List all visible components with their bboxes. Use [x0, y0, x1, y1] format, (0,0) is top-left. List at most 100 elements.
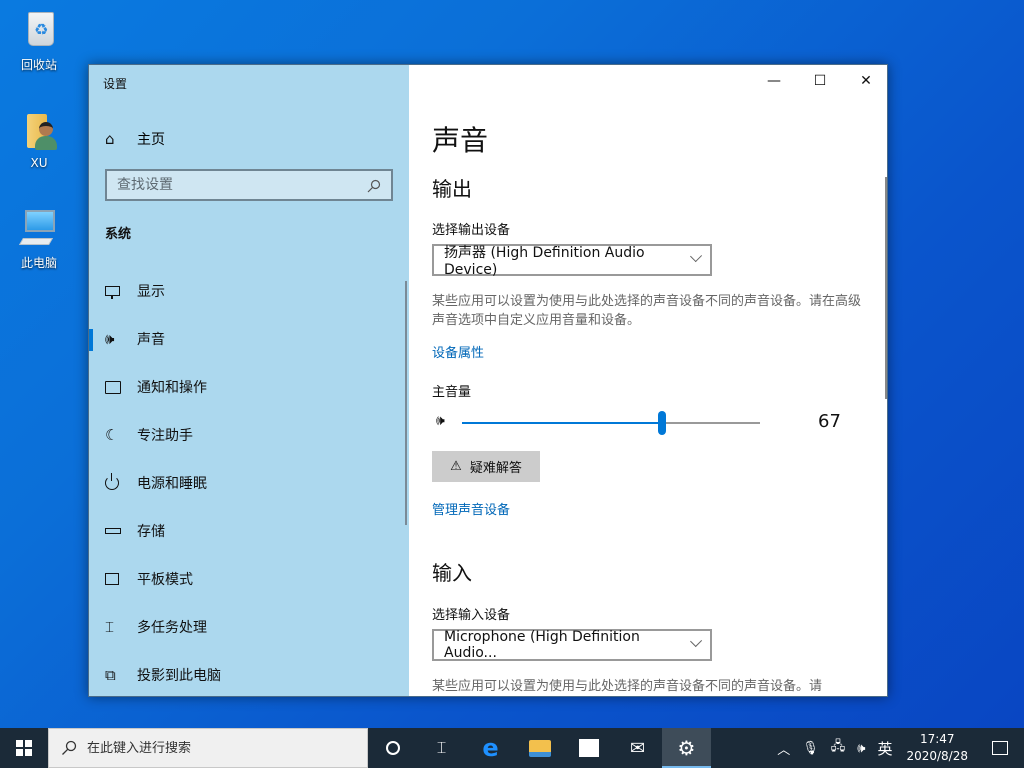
sidebar-item-label: 多任务处理	[137, 620, 207, 636]
warning-icon: ⚠	[450, 459, 462, 474]
minimize-button[interactable]: —	[751, 65, 797, 97]
input-device-value: Microphone (High Definition Audio...	[444, 629, 640, 661]
troubleshoot-label: 疑难解答	[469, 461, 522, 476]
desktop-icon-label: 回收站	[20, 58, 57, 72]
search-icon[interactable]	[367, 178, 381, 193]
home-icon: ⌂	[105, 130, 115, 148]
chevron-down-icon	[689, 634, 702, 647]
desktop-icon-user-folder[interactable]: XU	[6, 108, 72, 170]
sidebar-item-power-sleep[interactable]: 电源和睡眠	[89, 463, 409, 503]
store-icon	[578, 739, 599, 757]
sidebar-item-notifications[interactable]: 通知和操作	[89, 367, 409, 407]
section-label-system: 系统	[105, 227, 132, 242]
manage-sound-devices-link[interactable]: 管理声音设备	[432, 499, 510, 518]
sidebar-scrollbar[interactable]	[405, 281, 407, 525]
task-view-icon: ⌶	[436, 738, 447, 757]
windows-logo-icon	[16, 740, 32, 756]
sidebar-item-label: 电源和睡眠	[137, 476, 207, 492]
sidebar-item-label: 专注助手	[137, 428, 193, 444]
sidebar-item-storage[interactable]: 存储	[89, 511, 409, 551]
content-scrollbar[interactable]	[885, 177, 887, 399]
volume-icon[interactable]: 🕪︎	[851, 741, 871, 756]
input-method-indicator[interactable]: 英	[871, 738, 898, 759]
system-tray: ︿ 🎙︎ 🖧︎ 🕪︎ 英 17:47 2020/8/28	[771, 728, 1024, 768]
input-device-label: 选择输入设备	[432, 608, 511, 623]
power-icon	[105, 473, 119, 490]
sidebar: 设置 ⌂ 主页 系统 显示 🕪︎ 声音 通知和操作 ☾ 专注助手	[89, 65, 409, 696]
volume-slider-fill	[462, 422, 662, 424]
search-input[interactable]	[117, 177, 367, 193]
cortana-button[interactable]	[368, 728, 417, 768]
output-device-dropdown[interactable]: 扬声器 (High Definition Audio Device)	[432, 244, 712, 278]
start-button[interactable]	[0, 728, 48, 768]
settings-window: 设置 ⌂ 主页 系统 显示 🕪︎ 声音 通知和操作 ☾ 专注助手	[88, 64, 888, 697]
storage-icon	[105, 528, 121, 534]
edge-button[interactable]: e	[466, 728, 515, 768]
chevron-down-icon	[689, 249, 702, 262]
sidebar-item-label: 显示	[137, 284, 165, 300]
sidebar-item-multitasking[interactable]: ⌶ 多任务处理	[89, 607, 409, 647]
close-button[interactable]: ✕	[843, 65, 887, 97]
sidebar-item-label: 平板模式	[137, 572, 193, 588]
volume-value: 67	[818, 411, 841, 432]
user-folder-icon	[19, 108, 59, 152]
store-button[interactable]	[564, 728, 613, 768]
sidebar-item-projecting[interactable]: ⧉ 投影到此电脑	[89, 655, 409, 695]
recycle-bin-icon	[19, 8, 59, 52]
desktop-icon-label: 此电脑	[20, 256, 57, 270]
search-icon	[62, 740, 77, 755]
folder-icon	[528, 739, 551, 757]
settings-taskbar-button[interactable]: ⚙	[662, 728, 711, 768]
output-description: 某些应用可以设置为使用与此处选择的声音设备不同的声音设备。请在高级声音选项中自定…	[432, 294, 862, 328]
microphone-icon[interactable]: 🎙︎	[796, 741, 825, 756]
sidebar-item-tablet-mode[interactable]: 平板模式	[89, 559, 409, 599]
this-pc-icon	[18, 206, 59, 250]
clock[interactable]: 17:47 2020/8/28	[898, 731, 976, 765]
mail-button[interactable]: ✉	[613, 728, 662, 768]
cortana-icon	[385, 741, 400, 755]
network-icon[interactable]: 🖧︎	[825, 737, 852, 759]
speaker-icon[interactable]: 🕪︎	[436, 413, 445, 429]
input-description: 某些应用可以设置为使用与此处选择的声音设备不同的声音设备。请	[432, 679, 823, 694]
sidebar-item-home[interactable]: ⌂ 主页	[89, 121, 409, 157]
task-view-button[interactable]: ⌶	[417, 728, 466, 768]
output-heading: 输出	[432, 177, 472, 201]
sidebar-item-display[interactable]: 显示	[89, 271, 409, 311]
desktop-icon-label: XU	[30, 156, 48, 170]
multitasking-icon: ⌶	[105, 618, 115, 636]
edge-icon: e	[482, 734, 499, 762]
moon-icon: ☾	[105, 426, 119, 444]
sidebar-item-label: 声音	[137, 332, 165, 348]
sidebar-item-sound[interactable]: 🕪︎ 声音	[89, 319, 409, 359]
sidebar-item-label: 主页	[137, 132, 165, 148]
sidebar-item-label: 存储	[137, 524, 165, 540]
desktop-icon-this-pc[interactable]: 此电脑	[6, 206, 72, 271]
volume-slider-thumb[interactable]	[658, 411, 666, 435]
sidebar-item-label: 通知和操作	[137, 380, 207, 396]
sidebar-item-label: 投影到此电脑	[137, 668, 221, 684]
notification-icon	[105, 380, 121, 394]
input-heading: 输入	[432, 561, 472, 585]
sidebar-item-focus-assist[interactable]: ☾ 专注助手	[89, 415, 409, 455]
speaker-icon: 🕪︎	[105, 330, 115, 348]
master-volume-label: 主音量	[432, 385, 472, 400]
clock-time: 17:47	[919, 732, 955, 746]
desktop-icon-recycle-bin[interactable]: 回收站	[6, 8, 72, 73]
maximize-button[interactable]: ☐	[797, 65, 843, 97]
app-title: 设置	[103, 77, 128, 91]
troubleshoot-button[interactable]: ⚠ 疑难解答	[432, 451, 540, 482]
window-caption-buttons: — ☐ ✕	[751, 65, 887, 97]
action-center-button[interactable]	[976, 728, 1024, 768]
tablet-mode-icon	[105, 573, 119, 585]
taskbar-search-box[interactable]	[48, 728, 368, 768]
master-volume-row: 🕪︎ 67	[432, 411, 852, 435]
volume-slider[interactable]	[462, 411, 760, 435]
settings-search-box[interactable]	[105, 169, 393, 201]
show-hidden-icons-chevron-icon[interactable]: ︿	[771, 739, 796, 758]
taskbar: ⌶ e ✉ ⚙ ︿ 🎙︎ 🖧︎ 🕪︎ 英 17:47 2020/8/28	[0, 728, 1024, 768]
device-properties-link[interactable]: 设备属性	[432, 342, 484, 361]
page-title: 声音	[432, 124, 489, 157]
file-explorer-button[interactable]	[515, 728, 564, 768]
taskbar-search-input[interactable]	[87, 740, 347, 756]
input-device-dropdown[interactable]: Microphone (High Definition Audio...	[432, 629, 712, 661]
